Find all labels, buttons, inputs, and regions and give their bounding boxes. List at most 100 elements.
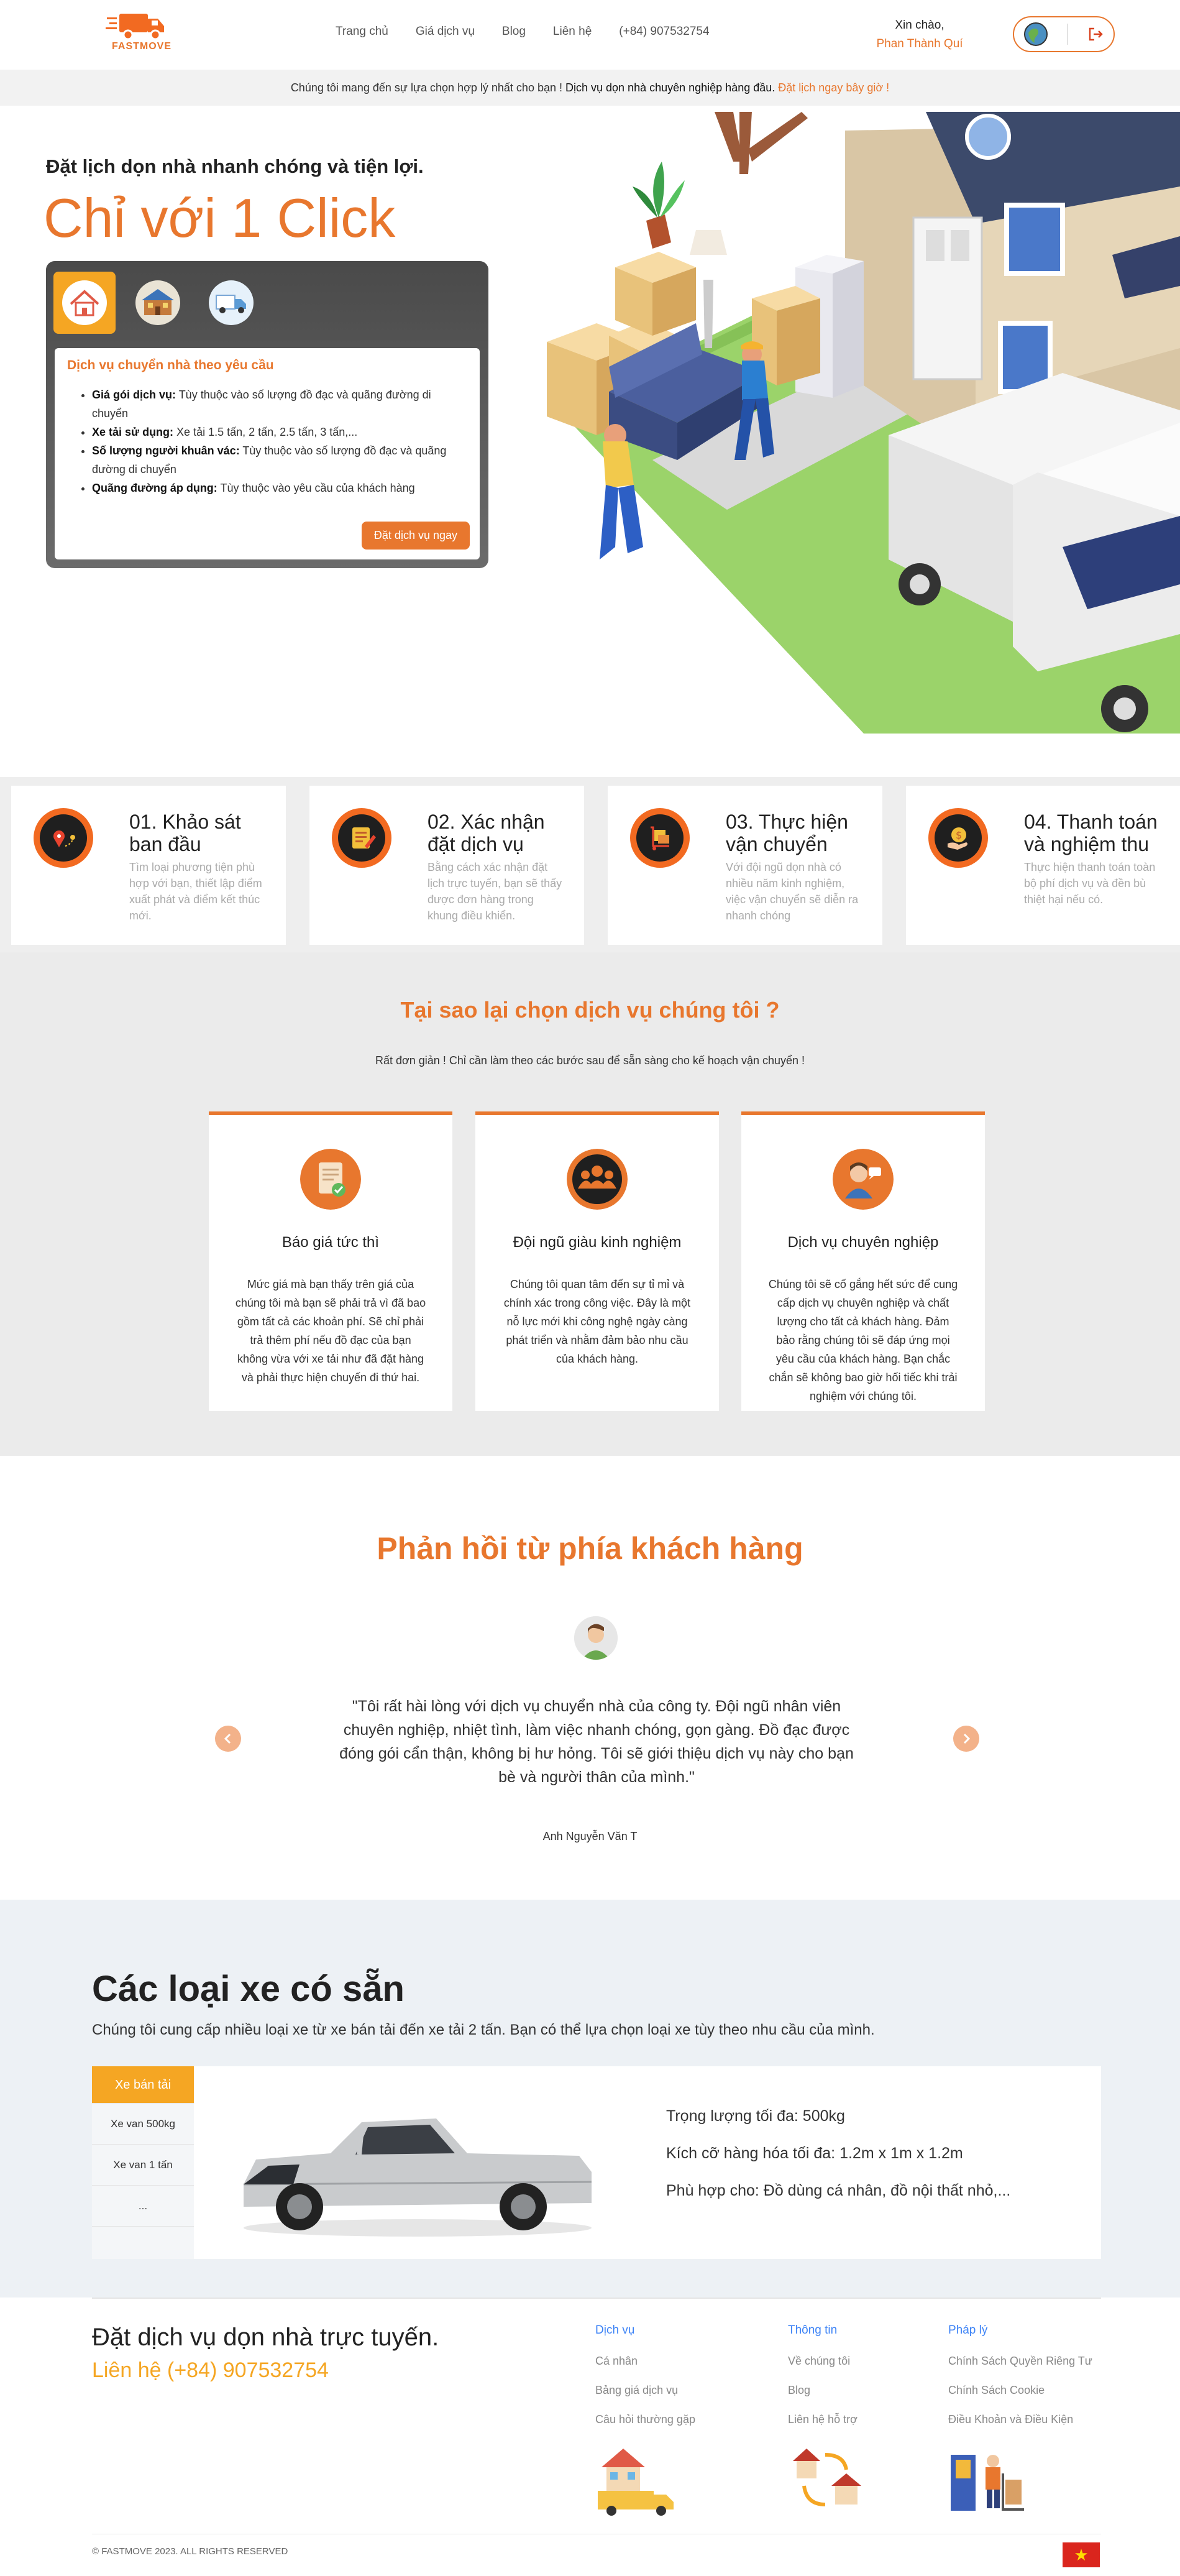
site-header: FASTMOVE Trang chủ Giá dịch vụ Blog Liên… xyxy=(0,0,1180,70)
item-label: Xe tải sử dụng: xyxy=(92,426,174,438)
footer-link[interactable]: Cá nhân xyxy=(595,2355,695,2368)
hero-title: Chỉ với 1 Click xyxy=(43,187,396,249)
language-flag-vn[interactable]: ★ xyxy=(1063,2542,1100,2567)
footer-link[interactable]: Bảng giá dịch vụ xyxy=(595,2384,695,2397)
footer-col-title: Thông tin xyxy=(788,2324,838,2337)
spec-size: Kích cỡ hàng hóa tối đa: 1.2m x 1m x 1.2… xyxy=(666,2145,963,2162)
step-card: 03. Thực hiện vận chuyển Với đội ngũ dọn… xyxy=(608,786,882,945)
nav-pricing[interactable]: Giá dịch vụ xyxy=(416,25,475,39)
user-name[interactable]: Phan Thành Quí xyxy=(870,35,969,53)
moving-illustration xyxy=(547,112,1180,734)
item-label: Giá gói dịch vụ: xyxy=(92,389,176,401)
process-steps: 01. Khảo sát ban đầu Tìm loại phương tiệ… xyxy=(0,777,1180,952)
announce-cta[interactable]: Đặt lịch ngay bây giờ ! xyxy=(775,81,889,94)
service-details: Dịch vụ chuyển nhà theo yêu cầu Giá gói … xyxy=(55,348,480,559)
feature-text: Chúng tôi sẽ cố gắng hết sức để cung cấp… xyxy=(768,1278,958,1402)
tab-office-move[interactable] xyxy=(127,272,189,334)
footer-link[interactable]: Blog xyxy=(788,2384,869,2397)
prev-arrow-button[interactable] xyxy=(215,1726,241,1752)
customer-avatar xyxy=(574,1616,618,1660)
service-card-title: Dịch vụ chuyển nhà theo yêu cầu xyxy=(67,358,274,372)
feature-card: Dịch vụ chuyên nghiệp Chúng tôi sẽ cố gắ… xyxy=(741,1111,985,1411)
tab-more[interactable]: ... xyxy=(92,2186,194,2227)
main-nav: Trang chủ Giá dịch vụ Blog Liên hệ (+84)… xyxy=(336,25,710,39)
footer-link[interactable]: Điều Khoản và Điều Kiện xyxy=(948,2413,1092,2426)
feature-text: Chúng tôi quan tâm đến sự tỉ mỉ và chính… xyxy=(503,1278,691,1365)
feature-title: Dịch vụ chuyên nghiệp xyxy=(787,1234,939,1251)
why-subtitle: Rất đơn giản ! Chỉ cần làm theo các bước… xyxy=(375,1054,805,1067)
footer-col-legal: Pháp lý Chính Sách Quyền Riêng Tư Chính … xyxy=(948,2324,1092,2520)
greeting-text: Xin chào, xyxy=(895,19,944,32)
chevron-left-icon xyxy=(224,1733,231,1744)
avatar[interactable] xyxy=(1023,22,1048,47)
nav-blog[interactable]: Blog xyxy=(502,25,526,39)
service-tabs xyxy=(53,269,481,337)
tab-van-1-ton[interactable]: Xe van 1 tấn xyxy=(92,2145,194,2186)
vehicles-subtitle: Chúng tôi cung cấp nhiều loại xe từ xe b… xyxy=(92,2022,875,2038)
tab-van-500kg[interactable]: Xe van 500kg xyxy=(92,2104,194,2145)
spec-suitable: Phù hợp cho: Đồ dùng cá nhân, đồ nội thấ… xyxy=(666,2182,1011,2199)
payment-icon: $ xyxy=(928,808,988,868)
nav-contact[interactable]: Liên hệ xyxy=(553,25,592,39)
tab-house-move[interactable] xyxy=(53,272,116,334)
footer-link[interactable]: Chính Sách Cookie xyxy=(948,2384,1092,2397)
item-label: Quãng đường áp dụng: xyxy=(92,482,217,494)
moving-truck-icon xyxy=(598,2449,674,2516)
step-desc: Thực hiện thanh toán toàn bộ phí dịch vụ… xyxy=(1024,861,1156,906)
office-icon xyxy=(135,280,180,325)
step-card: 02. Xác nhận đặt dịch vụ Bằng cách xác n… xyxy=(309,786,584,945)
footer-contact[interactable]: Liên hệ (+84) 907532754 xyxy=(92,2358,329,2383)
user-menu xyxy=(1013,16,1115,52)
site-footer: Đặt dịch vụ dọn nhà trực tuyến. Liên hệ … xyxy=(0,2298,1180,2576)
footer-col-info: Thông tin Về chúng tôi Blog Liên hệ hỗ t… xyxy=(788,2324,869,2520)
book-service-button[interactable]: Đặt dịch vụ ngay xyxy=(361,522,470,550)
testimonial-author: Anh Nguyễn Văn T xyxy=(542,1830,638,1842)
truck-icon xyxy=(209,280,254,325)
feature-title: Báo giá tức thì xyxy=(281,1234,380,1251)
testimonial-quote: "Tôi rất hài lòng với dịch vụ chuyển nhà… xyxy=(339,1698,854,1786)
list-item: Xe tải sử dụng: Xe tải 1.5 tấn, 2 tấn, 2… xyxy=(92,423,467,441)
announcement-bar: Chúng tôi mang đến sự lựa chọn hợp lý nh… xyxy=(0,70,1180,106)
footer-link[interactable]: Về chúng tôi xyxy=(788,2355,869,2368)
logo[interactable]: FASTMOVE xyxy=(106,9,171,52)
vehicle-panel: Trọng lượng tối đa: 500kg Kích cỡ hàng h… xyxy=(194,2066,1101,2259)
chevron-right-icon xyxy=(963,1733,971,1744)
why-choose-section: Tại sao lại chọn dịch vụ chúng tôi ? Rất… xyxy=(0,952,1180,1456)
hero-subtitle: Đặt lịch dọn nhà nhanh chóng và tiện lợi… xyxy=(46,155,424,177)
feature-text: Mức giá mà bạn thấy trên giá của chúng t… xyxy=(235,1278,426,1384)
footer-link[interactable]: Câu hỏi thường gặp xyxy=(595,2413,695,2426)
feature-title: Đội ngũ giàu kinh nghiệm xyxy=(513,1234,682,1251)
relocate-houses-icon xyxy=(793,2449,861,2506)
vehicle-specs: Trọng lượng tối đa: 500kg Kích cỡ hàng h… xyxy=(666,2097,1010,2209)
step-title: 02. Xác nhận đặt dịch vụ xyxy=(428,811,545,855)
testimonial-title: Phản hồi từ phía khách hàng xyxy=(377,1531,803,1566)
announce-text: Chúng tôi mang đến sự lựa chọn hợp lý nh… xyxy=(290,81,565,94)
logo-text: FASTMOVE xyxy=(112,41,172,52)
spec-weight: Trọng lượng tối đa: 500kg xyxy=(666,2107,845,2125)
logout-icon[interactable] xyxy=(1087,25,1104,43)
vehicle-tabs: Xe bán tải Xe van 500kg Xe van 1 tấn ... xyxy=(92,2066,194,2259)
vehicles-title: Các loại xe có sẵn xyxy=(92,1969,405,2009)
transport-icon xyxy=(630,808,690,868)
confirm-order-icon xyxy=(332,808,391,868)
tab-truck-rental[interactable] xyxy=(200,272,262,334)
footer-col-title: Pháp lý xyxy=(948,2324,988,2337)
list-item: Số lượng người khuân vác: Tùy thuộc vào … xyxy=(92,441,467,479)
footer-link[interactable]: Chính Sách Quyền Riêng Tư xyxy=(948,2355,1092,2368)
truck-logo-icon xyxy=(106,14,164,40)
quote-icon xyxy=(300,1149,361,1210)
next-arrow-button[interactable] xyxy=(953,1726,979,1752)
survey-icon xyxy=(34,808,93,868)
customer-icon xyxy=(574,1616,618,1660)
step-title: 01. Khảo sát ban đầu xyxy=(129,811,241,855)
list-item: Quãng đường áp dụng: Tùy thuộc vào yêu c… xyxy=(92,479,467,497)
tab-pickup[interactable]: Xe bán tải xyxy=(92,2066,194,2104)
nav-home[interactable]: Trang chủ xyxy=(336,25,388,39)
footer-col-services: Dịch vụ Cá nhân Bảng giá dịch vụ Câu hỏi… xyxy=(595,2324,695,2520)
vehicles-section: Các loại xe có sẵn Chúng tôi cung cấp nh… xyxy=(0,1900,1180,2298)
svg-text:$: $ xyxy=(956,829,962,841)
list-item: Giá gói dịch vụ: Tùy thuộc vào số lượng … xyxy=(92,385,467,423)
nav-phone[interactable]: (+84) 907532754 xyxy=(619,25,709,39)
footer-link[interactable]: Liên hệ hỗ trợ xyxy=(788,2413,869,2426)
house-icon xyxy=(62,280,107,325)
